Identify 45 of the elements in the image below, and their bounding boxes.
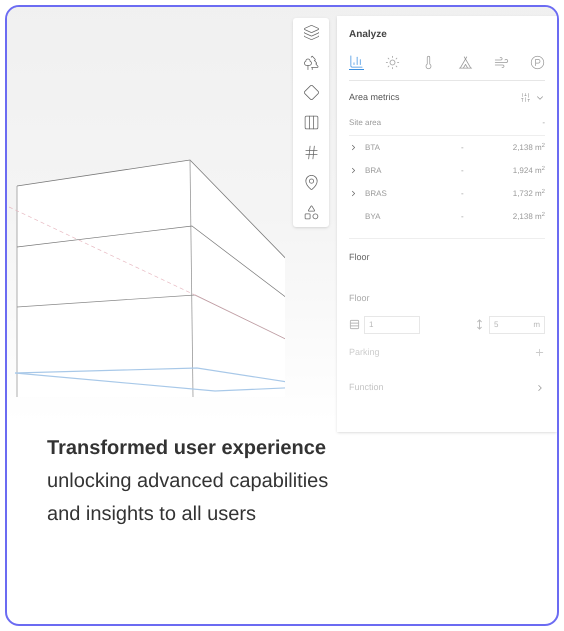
grid-icon[interactable] [302, 144, 320, 161]
metric-value: 1,924 m$^{2}$ [512, 164, 545, 176]
chevron-right-icon[interactable] [349, 143, 358, 152]
section-title: Area metrics [349, 91, 400, 104]
metric-label: BRAS [365, 188, 388, 200]
analysis-tab[interactable] [349, 54, 364, 70]
analysis-tab[interactable] [530, 54, 545, 70]
metric-dash: - [461, 188, 465, 200]
sun-icon [385, 54, 400, 70]
floors-icon [349, 319, 360, 330]
row-label: Function [349, 381, 384, 394]
row-label: Site area [349, 116, 382, 128]
unit-label: m [533, 318, 540, 330]
metric-label: BTA [365, 142, 381, 154]
road-icon[interactable] [302, 114, 320, 131]
chevron-right-icon[interactable] [349, 166, 358, 175]
metric-dash: - [461, 142, 465, 154]
field-label: Floor [349, 292, 371, 305]
section-title: Floor [349, 250, 371, 264]
metric-value: 2,138 m$^{2}$ [512, 210, 545, 222]
floors-input[interactable]: 1 [364, 316, 420, 334]
trees-icon[interactable] [302, 54, 320, 71]
metric-dash: - [461, 164, 465, 176]
metric-label: BYA [365, 210, 382, 222]
analysis-tab[interactable] [494, 54, 509, 70]
panel-title: Analyze [349, 28, 388, 42]
diamond-icon[interactable] [302, 84, 320, 101]
height-input[interactable]: 5 m [489, 316, 545, 334]
row-value: - [542, 116, 545, 128]
bar-chart-icon [349, 54, 364, 69]
shapes-icon[interactable] [302, 204, 320, 221]
layers-icon[interactable] [302, 24, 320, 41]
metric-label: BRA [365, 164, 382, 176]
metric-value: 2,138 m$^{2}$ [512, 142, 545, 154]
height-icon [474, 319, 485, 330]
caption-body: unlocking advanced capabilities and insights to all users [47, 469, 330, 527]
pin-icon[interactable] [302, 174, 320, 191]
sliders-icon[interactable] [520, 92, 531, 104]
metric-value: 1,732 m$^{2}$ [512, 188, 545, 200]
parking-icon [530, 54, 545, 70]
metric-dash: - [461, 210, 465, 222]
chevron-right-icon[interactable] [349, 189, 358, 198]
wind-icon [494, 54, 509, 70]
analysis-tab[interactable] [385, 54, 400, 70]
caption-heading: Transformed user experience [47, 436, 328, 461]
